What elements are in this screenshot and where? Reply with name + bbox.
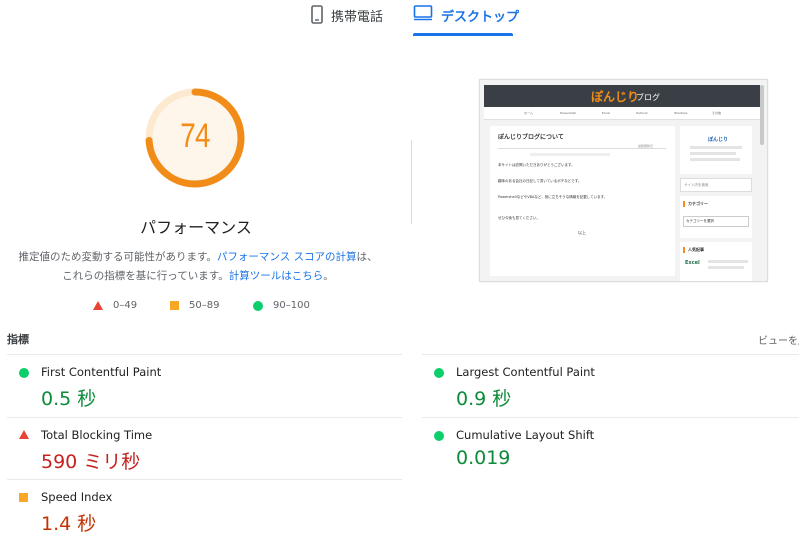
legend-good-range: 90–100 [273,300,310,311]
profile-name: ぽんじり [708,137,729,143]
triangle-icon [19,430,29,439]
tab-mobile[interactable]: 携帯電話 [311,5,384,36]
divider [498,148,666,149]
nav-item: Windows [674,111,688,115]
metric-value: 590 ミリ秒 [41,451,141,473]
category-box: カテゴリー カテゴリーを選択 [680,196,752,238]
site-search-placeholder: サイト内を検索 [684,183,709,187]
legend-average: 50–89 [170,300,219,311]
nav-item: その他 [712,111,722,115]
post-line: ぜひ今後も見てください。 [498,216,540,220]
metric-name: Cumulative Layout Shift [456,428,595,442]
final-screenshot[interactable]: ぽんじり ブログ ホーム Powershell Excel Outlook Wi… [479,79,768,282]
profile-text [690,152,736,155]
metric-si: Speed Index 1.4 秒 [7,480,387,542]
profile-text [690,146,742,149]
tab-desktop[interactable]: デスクトップ [413,5,520,36]
site-header: ぽんじり ブログ [484,85,760,107]
square-icon [170,301,179,310]
section-divider [411,140,412,224]
performance-score: 74 [180,117,210,155]
circle-icon [434,368,444,378]
active-tab-indicator [413,33,513,36]
popular-heading: 人気記事 [683,247,749,253]
metric-fcp: First Contentful Paint 0.5 秒 [7,355,387,417]
score-calc-link[interactable]: パフォーマンス スコアの計算 [217,251,357,263]
popular-text [708,260,748,263]
excel-label: Excel [685,260,700,266]
nav-item: Powershell [560,111,577,115]
metric-tbt: Total Blocking Time 590 ミリ秒 [7,418,387,480]
site-sidebar: ぽんじり サイト内を検索 カテゴリー カテゴリーを選択 人気記事 Excel [680,126,752,281]
legend-good: 90–100 [253,300,310,311]
performance-title: パフォーマンス [140,218,252,237]
metric-value: 0.019 [456,447,511,469]
nav-item: Excel [602,111,610,115]
profile-text [690,158,740,161]
scrollbar [760,85,764,145]
circle-icon [19,368,29,378]
device-tabs: 携帯電話 デスクトップ [0,0,799,36]
site-logo-sub: ブログ [636,93,660,102]
popular-box: 人気記事 Excel [680,242,752,281]
calculator-link[interactable]: 計算ツールはこちら [229,270,324,282]
nav-item: ホーム [524,111,533,115]
nav-item: Outlook [636,111,648,115]
site-post: ぽんじりブログについて 最終更新日 本サイトは訪問いただきありがとうございます。… [490,126,675,276]
square-icon [19,493,28,502]
legend-average-range: 50–89 [189,300,220,311]
category-select: カテゴリーを選択 [683,216,749,227]
smartphone-icon [311,5,323,24]
triangle-icon [93,301,103,310]
post-title: ぽんじりブログについて [498,134,564,141]
circle-icon [253,300,263,311]
score-legend: 0–49 50–89 90–100 [0,300,400,314]
post-meta [530,153,610,156]
metric-name: First Contentful Paint [41,365,162,379]
legend-poor-range: 0–49 [113,300,138,311]
legend-poor: 0–49 [93,300,137,311]
metric-name: Speed Index [41,490,113,504]
post-footer: 以上 [578,230,586,235]
desktop-icon [413,5,433,21]
tab-mobile-label: 携帯電話 [331,10,384,25]
tab-desktop-label: デスクトップ [441,10,520,25]
circle-icon [434,431,444,441]
metric-name: Total Blocking Time [41,428,153,442]
post-line: 本サイトは訪問いただきありがとうございます。 [498,163,575,167]
site-nav: ホーム Powershell Excel Outlook Windows その他 [484,107,760,120]
popular-text [708,266,744,269]
metric-lcp: Largest Contentful Paint 0.9 秒 [422,355,799,417]
metric-value: 1.4 秒 [41,513,97,535]
profile-box: ぽんじり [680,126,752,174]
metric-value: 0.9 秒 [456,388,512,410]
metric-value: 0.5 秒 [41,388,97,410]
description-text-end: 。 [323,270,334,282]
metric-name: Largest Contentful Paint [456,365,595,379]
performance-description: 推定値のため変動する可能性があります。パフォーマンス スコアの計算は、これらの指… [18,248,378,286]
description-text: 推定値のため変動する可能性があります。 [18,251,217,263]
metric-cls: Cumulative Layout Shift 0.019 [422,418,799,480]
site-search: サイト内を検索 [680,178,752,192]
post-line: 趣味のある会社の日記して書いているボチなどです。 [498,179,582,183]
metrics-heading: 指標 [7,333,29,346]
view-toggle[interactable]: ビューを展 [758,332,799,347]
category-heading: カテゴリー [683,201,749,207]
post-line: PowershellなどやVBAなど、役に立ちそうな情報を記載しています。 [498,195,608,199]
site-logo: ぽんじり [591,90,640,104]
